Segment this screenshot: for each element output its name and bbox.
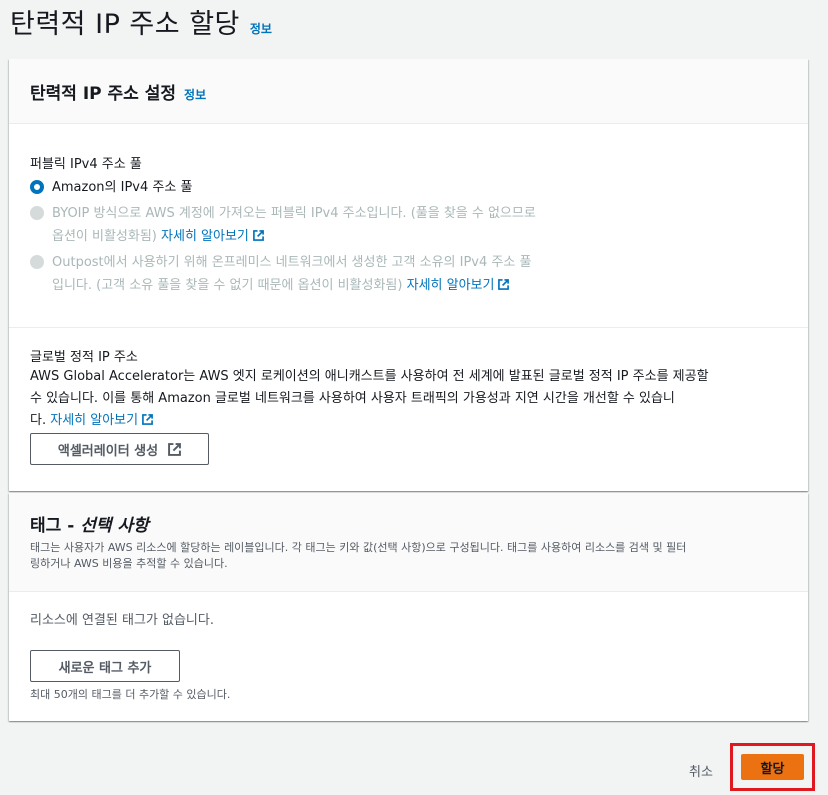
byoip-learn-more-link[interactable]: 자세히 알아보기 [161,229,264,244]
ipv4-pool-label: 퍼블릭 IPv4 주소 풀 [30,157,142,172]
page-header: 탄력적 IP 주소 할당 정보 [10,2,272,42]
radio-outpost-pool: Outpost에서 사용하기 위해 온프레미스 네트워크에서 생성한 고객 소유… [30,251,531,297]
create-accelerator-label: 액셀러레이터 생성 [57,443,159,459]
radio-byoip-pool: BYOIP 방식으로 AWS 계정에 가져오는 퍼블릭 IPv4 주소입니다. … [30,202,536,248]
global-desc-line1: AWS Global Accelerator는 AWS 엣지 로케이션의 애니캐… [30,369,709,384]
external-link-icon [252,230,264,241]
global-learn-more-text: 자세히 알아보기 [50,413,139,428]
page-title: 탄력적 IP 주소 할당 [10,9,240,40]
byoip-learn-more-text: 자세히 알아보기 [161,229,249,244]
tags-panel-header: 태그 - 선택 사항 태그는 사용자가 AWS 리소스에 할당하는 레이블입니다… [9,493,808,592]
add-tag-button[interactable]: 새로운 태그 추가 [30,650,180,682]
elastic-ip-settings-panel: 탄력적 IP 주소 설정 정보 퍼블릭 IPv4 주소 풀 Amazon의 IPv… [9,59,808,491]
tags-title-text: 태그 - [30,516,81,536]
tags-title-optional: 선택 사항 [80,516,149,536]
external-link-icon [168,442,182,456]
global-accelerator-description: AWS Global Accelerator는 AWS 엣지 로케이션의 애니캐… [30,366,790,432]
settings-info-link[interactable]: 정보 [184,88,206,102]
radio-amazon-pool[interactable]: Amazon의 IPv4 주소 풀 [30,176,192,199]
radio-outpost-label-line2: 입니다. (고객 소유 풀을 찾을 수 없기 때문에 옵션이 비활성화됨) [52,278,403,293]
tags-desc-line1: 태그는 사용자가 AWS 리소스에 할당하는 레이블입니다. 각 태그는 키와 … [30,541,687,554]
no-tags-message: 리소스에 연결된 태그가 없습니다. [30,613,214,628]
tags-description: 태그는 사용자가 AWS 리소스에 할당하는 레이블입니다. 각 태그는 키와 … [30,540,790,572]
page-info-link[interactable]: 정보 [250,20,272,37]
tags-panel: 태그 - 선택 사항 태그는 사용자가 AWS 리소스에 할당하는 레이블입니다… [9,493,808,721]
assign-label: 할당 [760,761,785,777]
global-desc-line3: 다. [30,413,47,428]
radio-amazon-pool-label: Amazon의 IPv4 주소 풀 [52,180,193,195]
tags-desc-line2: 링하거나 AWS 비용을 추적할 수 있습니다. [30,557,228,570]
radio-byoip-label-line1: BYOIP 방식으로 AWS 계정에 가져오는 퍼블릭 IPv4 주소입니다. … [52,206,536,221]
external-link-icon [498,279,510,290]
radio-disabled-icon [30,255,44,269]
add-tag-label: 새로운 태그 추가 [58,660,152,676]
global-desc-line2: 수 있습니다. 이를 통해 Amazon 글로벌 네트워크를 사용하여 사용자 … [30,391,675,406]
settings-panel-header: 탄력적 IP 주소 설정 정보 [9,59,808,124]
radio-selected-icon[interactable] [30,180,44,194]
radio-byoip-label-line2: 옵션이 비활성화됨) [52,229,157,244]
assign-button-highlight: 할당 [730,743,815,791]
global-learn-more-link[interactable]: 자세히 알아보기 [50,413,154,428]
outpost-learn-more-text: 자세히 알아보기 [406,278,495,293]
tags-panel-title: 태그 - 선택 사항 [30,511,149,536]
settings-panel-title: 탄력적 IP 주소 설정 정보 [30,79,206,104]
settings-title-text: 탄력적 IP 주소 설정 [30,84,177,104]
section-divider [9,327,808,328]
global-static-ip-label: 글로벌 정적 IP 주소 [30,350,138,365]
cancel-button[interactable]: 취소 [689,761,713,780]
radio-outpost-label-line1: Outpost에서 사용하기 위해 온프레미스 네트워크에서 생성한 고객 소유… [52,255,532,270]
create-accelerator-button[interactable]: 액셀러레이터 생성 [30,433,209,465]
assign-button[interactable]: 할당 [741,754,804,780]
tag-limit-hint: 최대 50개의 태그를 더 추가할 수 있습니다. [30,688,231,701]
external-link-icon [142,414,154,425]
radio-disabled-icon [30,206,44,220]
outpost-learn-more-link[interactable]: 자세히 알아보기 [407,278,510,293]
